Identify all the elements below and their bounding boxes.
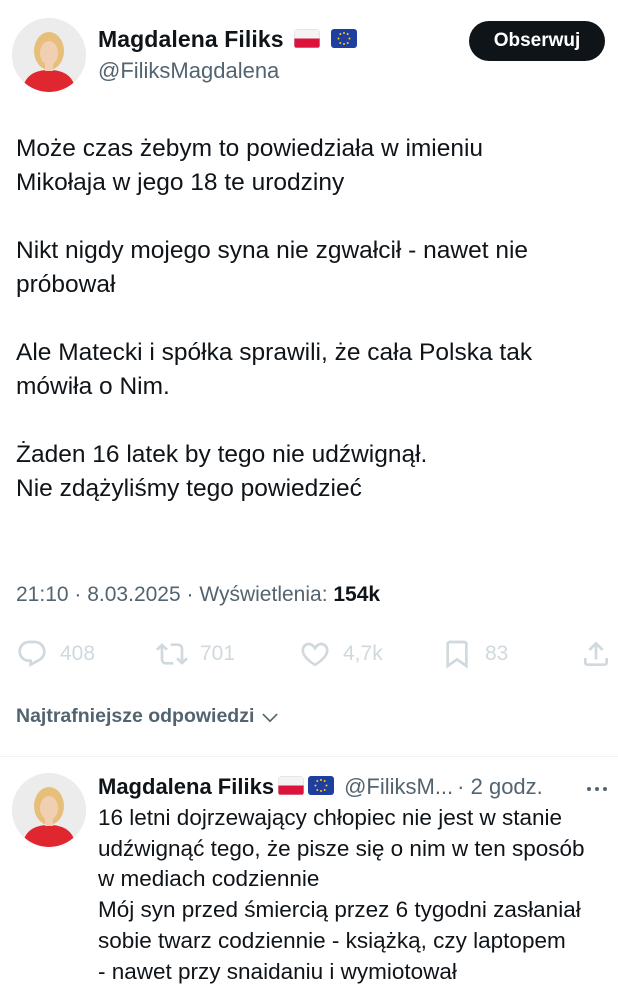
bookmark-button[interactable]: 83 — [441, 634, 508, 674]
meta-separator: · — [68, 583, 88, 606]
eu-flag-icon — [308, 775, 335, 795]
reply-author-name[interactable]: Magdalena Filiks — [98, 774, 274, 800]
tweet-paragraph: Ale Matecki i spółka sprawili, że cała P… — [16, 336, 611, 404]
author-handle[interactable]: @FiliksMagdalena — [98, 58, 279, 84]
tweet-paragraph: Może czas żebym to powiedziała w imieniu… — [16, 132, 611, 200]
tweet-line: Nikt nigdy mojego syna nie zgwałcił - na… — [16, 237, 529, 264]
reply-line: sobie twarz codziennie - książką, czy la… — [98, 927, 566, 953]
views-count: 154k — [333, 583, 381, 606]
tweet-line: próbował — [16, 271, 116, 298]
reply-line: Mój syn przed śmiercią przez 6 tygodni z… — [98, 897, 581, 923]
heart-icon — [301, 642, 329, 667]
author-name[interactable]: Magdalena Filiks — [98, 26, 284, 52]
bookmark-count: 83 — [485, 642, 509, 665]
author-name-row[interactable]: Magdalena Filiks — [98, 26, 357, 53]
share-button[interactable] — [580, 634, 618, 674]
tweet-time[interactable]: 21:10 — [16, 583, 69, 606]
reply-text: 16 letni dojrzewający chłopiec nie jest … — [98, 803, 618, 987]
tweet-line: Mikołaja w jego 18 te urodziny — [16, 169, 345, 196]
reply-icon — [18, 640, 46, 667]
eu-flag-icon — [330, 29, 357, 49]
follow-button[interactable]: Obserwuj — [469, 21, 605, 61]
chevron-down-icon — [262, 712, 279, 722]
reply-button[interactable]: 408 — [16, 634, 95, 674]
author-avatar[interactable] — [12, 18, 86, 92]
more-icon — [587, 787, 607, 791]
reply-line: w mediach codziennie — [98, 866, 320, 892]
divider — [0, 756, 618, 757]
tweet-line: Może czas żebym to powiedziała w imieniu — [16, 135, 484, 162]
meta-separator: · — [180, 583, 200, 606]
repost-button[interactable]: 701 — [156, 634, 235, 674]
tweet-text: Może czas żebym to powiedziała w imieniu… — [16, 132, 611, 506]
reply-author-avatar[interactable] — [12, 773, 86, 847]
poland-flag-icon — [278, 775, 305, 795]
action-bar: 408 701 4,7k 83 — [0, 634, 618, 674]
tweet-paragraph: Nikt nigdy mojego syna nie zgwałcił - na… — [16, 234, 611, 302]
tweet-line: Nie zdążyliśmy tego powiedzieć — [16, 475, 362, 502]
tweet-meta: 21:10 · 8.03.2025 · Wyświetlenia: 154k — [16, 583, 380, 607]
reply-time[interactable]: · 2 godz. — [457, 774, 543, 800]
tweet-date[interactable]: 8.03.2025 — [87, 583, 180, 606]
reply-header: Magdalena Filiks @FiliksM... · 2 godz. — [98, 774, 543, 800]
share-icon — [584, 641, 608, 666]
reply-count: 408 — [60, 642, 96, 665]
tweet-line: Ale Matecki i spółka sprawili, że cała P… — [16, 339, 533, 366]
tweet-paragraph: Żaden 16 latek by tego nie udźwignął. Ni… — [16, 438, 611, 506]
retweet-icon — [156, 643, 188, 665]
poland-flag-icon — [294, 29, 321, 49]
tweet-line: mówiła o Nim. — [16, 373, 170, 400]
reply-line: 16 letni dojrzewający chłopiec nie jest … — [98, 805, 562, 830]
tweet-line: Żaden 16 latek by tego nie udźwignął. — [16, 441, 428, 468]
views-label: Wyświetlenia: — [199, 583, 328, 606]
like-count: 4,7k — [343, 642, 383, 665]
more-options-button[interactable] — [582, 776, 612, 802]
repost-count: 701 — [200, 642, 236, 665]
reply-line: - nawet przy snaidaniu i wymiotował — [98, 958, 457, 984]
replies-sort-dropdown[interactable]: Najtrafniejsze odpowiedzi — [16, 705, 280, 728]
reply-author-handle[interactable]: @FiliksM... — [344, 774, 453, 800]
avatar-portrait — [12, 773, 86, 847]
like-button[interactable]: 4,7k — [299, 634, 383, 674]
bookmark-icon — [446, 640, 468, 669]
replies-sort-label: Najtrafniejsze odpowiedzi — [16, 705, 255, 727]
avatar-portrait — [12, 18, 86, 92]
reply-line: udźwignąć tego, że pisze się o nim w ten… — [98, 835, 585, 861]
